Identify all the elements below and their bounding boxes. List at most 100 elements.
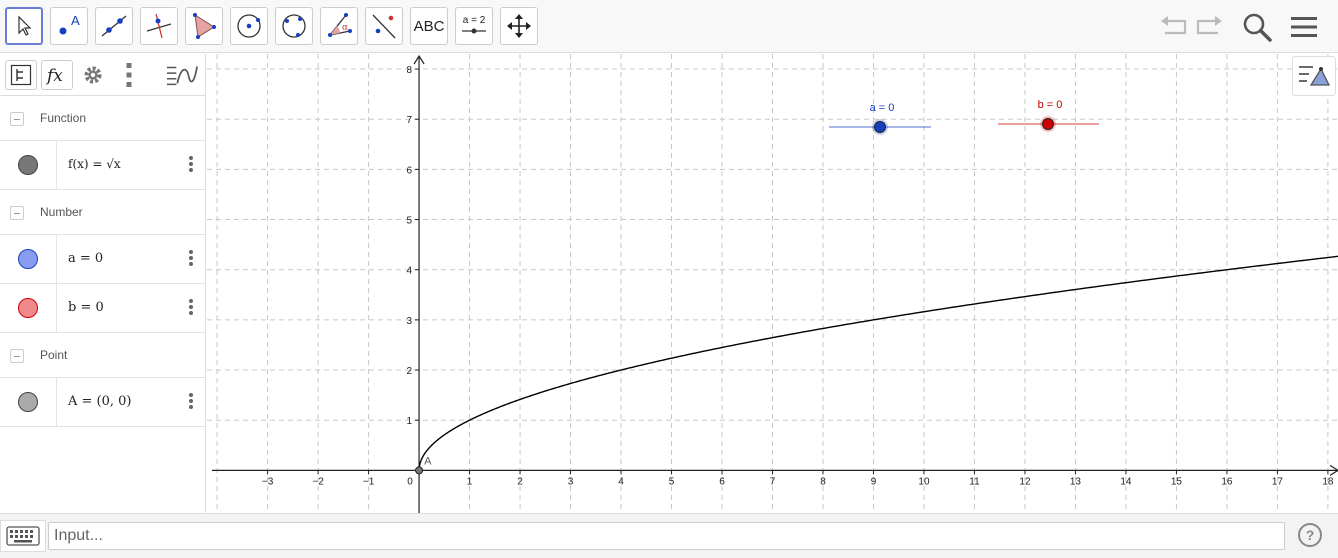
more-vertical-icon [126,63,132,87]
item-text-A[interactable]: A = (0, 0) [68,394,132,409]
slider-tool-label: a = 2 [463,15,486,26]
main-menu-button[interactable] [1286,9,1322,45]
y-tick-label: 3 [407,316,413,327]
item-divider [56,378,57,426]
algebra-view-header: fx [0,54,205,96]
x-tick-label: 4 [618,476,624,487]
x-tick-label: 9 [871,476,877,487]
graphics-view[interactable]: −3 −2 −1 0 1 2 3 4 5 6 7 8 9 10 11 12 13 14 15 16 17 18 1 2 3 4 5 6… [207,54,1338,513]
text-tool-button[interactable]: ABC [410,7,448,45]
slider-tool-button[interactable]: a = 2 [455,7,493,45]
x-tick-label: 10 [918,476,930,487]
keyboard-icon [6,526,40,546]
item-menu-button[interactable] [186,393,196,413]
slider-knob-1[interactable] [1042,118,1054,130]
y-tick-label: 4 [407,266,413,277]
item-text-a[interactable]: a = 0 [68,251,103,266]
angle-tool-label: α [342,23,348,33]
algebra-item-f[interactable]: f(x) = √x [0,141,205,190]
point-icon: A [59,13,80,35]
help-label: ? [1305,527,1315,543]
x-tick-label: 7 [770,476,776,487]
group-label: Number [40,205,83,219]
line-tool-button[interactable] [95,7,133,45]
toolbar: A α ABC a = 2 [0,0,1338,53]
item-menu-button[interactable] [186,250,196,270]
algebra-more-button[interactable] [113,60,145,90]
x-tick-label: 11 [969,476,980,487]
item-menu-button[interactable] [186,299,196,319]
algebra-sort-button[interactable] [5,60,37,90]
polygon-icon [193,13,216,39]
collapse-toggle[interactable] [10,206,24,220]
perpendicular-line-icon [146,13,172,39]
group-label: Function [40,111,87,125]
algebra-group-function[interactable]: Function [0,96,205,141]
move-tool-button[interactable] [5,7,43,45]
algebra-description-button[interactable]: fx [41,60,73,90]
item-menu-button[interactable] [186,156,196,176]
input-bar: ? [0,513,1338,558]
algebra-settings-button[interactable] [77,60,109,90]
visibility-toggle-a[interactable] [18,249,38,269]
geogebra-app: A α ABC a = 2 fx Function f(x) = √x Numb… [0,0,1338,558]
undo-icon [1161,16,1187,35]
item-text-b[interactable]: b = 0 [68,300,104,315]
x-tick-label: 3 [568,476,574,487]
y-tick-label: 6 [407,165,413,176]
cursor-arrow-icon [18,15,32,36]
x-tick-label: −2 [312,476,324,487]
algebra-item-b[interactable]: b = 0 [0,284,205,333]
visibility-toggle-A[interactable] [18,392,38,412]
x-tick-label: 18 [1322,476,1334,487]
point-A [415,466,424,475]
circle-three-points-tool-button[interactable] [275,7,313,45]
x-tick-label: 16 [1221,476,1233,487]
point-tool-button[interactable]: A [50,7,88,45]
algebra-item-A[interactable]: A = (0, 0) [0,378,205,427]
input-field[interactable] [48,522,1285,550]
point-tool-label: A [71,13,80,28]
svg-text:fx: fx [45,66,63,86]
angle-tool-button[interactable]: α [320,7,358,45]
algebra-item-a[interactable]: a = 0 [0,235,205,284]
x-tick-label: 17 [1272,476,1284,487]
visibility-toggle-f[interactable] [18,155,38,175]
help-button[interactable]: ? [1298,523,1322,547]
y-tick-label: 5 [407,216,413,227]
x-tick-label: 12 [1019,476,1031,487]
algebra-group-number[interactable]: Number [0,190,205,235]
move-arrows-icon [507,14,531,38]
search-icon [1243,13,1272,42]
move-graphics-view-tool-button[interactable] [500,7,538,45]
item-divider [56,284,57,332]
redo-button[interactable] [1192,9,1228,45]
x-tick-label: −1 [363,476,375,487]
y-tick-label: 1 [407,416,413,427]
collapse-toggle[interactable] [10,112,24,126]
x-tick-label: 5 [669,476,675,487]
collapse-toggle[interactable] [10,349,24,363]
visibility-toggle-b[interactable] [18,298,38,318]
graph-style-button[interactable] [166,60,198,90]
search-button[interactable] [1239,9,1275,45]
slider-knob-0[interactable] [874,121,886,133]
circle-center-point-tool-button[interactable] [230,7,268,45]
x-tick-label: 2 [517,476,523,487]
text-tool-label: ABC [413,17,445,35]
circle-three-points-icon [282,14,306,38]
graph-style-icon [166,66,198,86]
perpendicular-line-tool-button[interactable] [140,7,178,45]
item-text-f[interactable]: f(x) = √x [68,157,121,171]
keyboard-button[interactable] [0,520,46,552]
x-tick-label: −3 [262,476,274,487]
group-label: Point [40,348,68,362]
graphics-style-button[interactable] [1292,56,1336,96]
polygon-tool-button[interactable] [185,7,223,45]
undo-button[interactable] [1155,9,1191,45]
algebra-group-point[interactable]: Point [0,333,205,378]
graphics-canvas[interactable]: −3 −2 −1 0 1 2 3 4 5 6 7 8 9 10 11 12 13 14 15 16 17 18123456… [207,54,1338,513]
slider-icon: a = 2 [462,15,486,34]
reflect-tool-button[interactable] [365,7,403,45]
x-tick-label: 0 [407,476,413,487]
